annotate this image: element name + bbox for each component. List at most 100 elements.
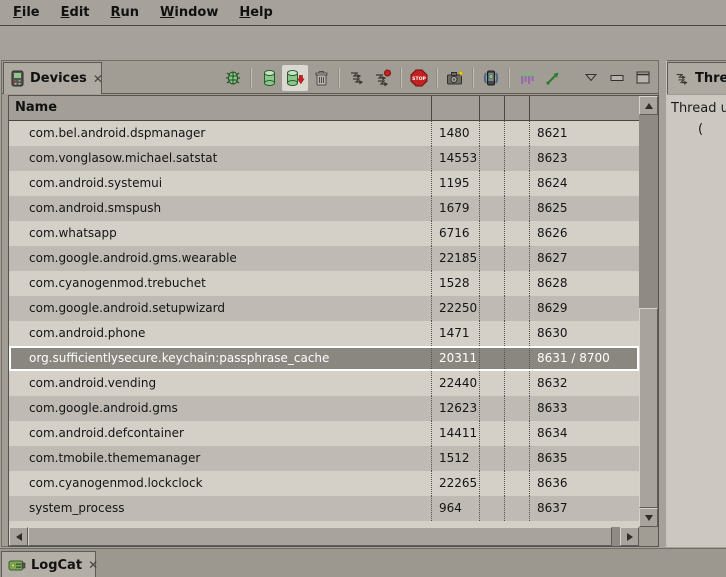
column-header-name[interactable]: Name xyxy=(9,96,431,120)
device-row[interactable]: com.tmobile.thememanager15128635 xyxy=(9,446,639,471)
cell-c4 xyxy=(504,246,529,271)
scroll-up-button[interactable] xyxy=(639,96,658,115)
cell-c3 xyxy=(479,496,504,521)
capture-systrace-icon[interactable] xyxy=(514,65,540,91)
scroll-down-button[interactable] xyxy=(639,508,658,527)
device-row[interactable]: com.cyanogenmod.lockclock222658636 xyxy=(9,471,639,496)
start-opengl-trace-icon[interactable] xyxy=(540,65,566,91)
menu-help[interactable]: Help xyxy=(236,3,275,22)
close-icon[interactable]: ✕ xyxy=(93,73,103,85)
column-header-port[interactable] xyxy=(529,96,639,120)
cell-c3 xyxy=(479,171,504,196)
cell-name: com.android.smspush xyxy=(9,196,431,221)
tab-logcat[interactable]: LogCat ✕ xyxy=(1,551,96,577)
tab-devices[interactable]: Devices ✕ xyxy=(3,62,102,94)
device-row[interactable]: com.android.defcontainer144118634 xyxy=(9,421,639,446)
cell-port: 8628 xyxy=(529,271,639,296)
cell-pid: 14411 xyxy=(431,421,479,446)
cell-name: com.vonglasow.michael.satstat xyxy=(9,146,431,171)
stop-icon-label: STOP xyxy=(412,75,426,81)
cell-name: com.whatsapp xyxy=(9,221,431,246)
cell-c3 xyxy=(479,321,504,346)
menu-window[interactable]: Window xyxy=(157,3,221,22)
cell-c4 xyxy=(504,446,529,471)
cell-pid: 20311 xyxy=(431,346,479,371)
device-row[interactable]: com.google.android.gms126238633 xyxy=(9,396,639,421)
cell-c4 xyxy=(504,321,529,346)
cell-port: 8632 xyxy=(529,371,639,396)
threads-message-line1: Thread up xyxy=(671,101,726,116)
device-row[interactable]: com.android.phone14718630 xyxy=(9,321,639,346)
device-row[interactable]: com.google.android.gms.wearable221858627 xyxy=(9,246,639,271)
devices-toolbar: STOP xyxy=(220,63,656,92)
menu-edit[interactable]: Edit xyxy=(58,3,93,22)
threads-icon xyxy=(674,71,690,87)
cell-c3 xyxy=(479,471,504,496)
update-heap-icon[interactable] xyxy=(256,65,282,91)
debug-attach-icon[interactable] xyxy=(220,65,246,91)
device-row-selected[interactable]: org.sufficientlysecure.keychain:passphra… xyxy=(9,346,639,371)
start-method-profiling-icon[interactable] xyxy=(370,65,396,91)
cell-c4 xyxy=(504,421,529,446)
vertical-scrollbar[interactable] xyxy=(639,96,658,527)
cell-c4 xyxy=(504,396,529,421)
update-threads-icon[interactable] xyxy=(344,65,370,91)
column-header-blank1[interactable] xyxy=(479,96,504,120)
cell-c3 xyxy=(479,346,504,371)
tab-threads-label: Threads xyxy=(695,71,726,86)
device-row[interactable]: com.android.vending224408632 xyxy=(9,371,639,396)
toolbar-separator xyxy=(436,68,438,88)
device-table-header: Name xyxy=(9,96,639,121)
horizontal-scrollbar[interactable] xyxy=(9,527,639,546)
threads-view: Threads Thread up ( xyxy=(666,60,726,547)
menu-file[interactable]: File xyxy=(10,3,43,22)
cell-name: com.android.vending xyxy=(9,371,431,396)
scroll-right-button[interactable] xyxy=(620,527,639,546)
tab-threads[interactable]: Threads xyxy=(667,62,726,94)
column-header-blank2[interactable] xyxy=(504,96,529,120)
device-row[interactable]: com.whatsapp67168626 xyxy=(9,221,639,246)
cell-pid: 22265 xyxy=(431,471,479,496)
view-menu-icon[interactable] xyxy=(578,65,604,91)
maximize-icon[interactable] xyxy=(630,65,656,91)
cell-name: com.google.android.gms.wearable xyxy=(9,246,431,271)
scroll-left-button[interactable] xyxy=(9,527,28,546)
cell-c3 xyxy=(479,246,504,271)
dump-hprof-icon[interactable] xyxy=(282,65,308,91)
column-header-pid[interactable] xyxy=(431,96,479,120)
device-row[interactable]: com.android.systemui11958624 xyxy=(9,171,639,196)
scrollbar-corner xyxy=(639,527,658,546)
panel-sash[interactable] xyxy=(659,60,666,547)
device-table: Name com.bel.android.dspmanager14808621c… xyxy=(8,95,659,547)
cell-c3 xyxy=(479,196,504,221)
stop-process-icon[interactable]: STOP xyxy=(406,65,432,91)
menu-run[interactable]: Run xyxy=(108,3,143,22)
device-row[interactable]: com.cyanogenmod.trebuchet15288628 xyxy=(9,271,639,296)
vertical-scroll-thumb[interactable] xyxy=(639,308,658,508)
cause-gc-icon[interactable] xyxy=(308,65,334,91)
device-row[interactable]: system_process9648637 xyxy=(9,496,639,521)
logcat-view-bar: LogCat ✕ xyxy=(0,548,726,577)
cell-c4 xyxy=(504,121,529,146)
device-row[interactable]: com.bel.android.dspmanager14808621 xyxy=(9,121,639,146)
cell-pid: 14553 xyxy=(431,146,479,171)
device-row[interactable]: com.vonglasow.michael.satstat145538623 xyxy=(9,146,639,171)
cell-pid: 1195 xyxy=(431,171,479,196)
cell-c4 xyxy=(504,346,529,371)
toolbar-separator xyxy=(472,68,474,88)
cell-port: 8625 xyxy=(529,196,639,221)
device-row[interactable]: com.android.smspush16798625 xyxy=(9,196,639,221)
cell-c4 xyxy=(504,146,529,171)
dump-view-hierarchy-icon[interactable] xyxy=(478,65,504,91)
cell-pid: 22250 xyxy=(431,296,479,321)
cell-c3 xyxy=(479,296,504,321)
cell-name: com.cyanogenmod.lockclock xyxy=(9,471,431,496)
cell-name: system_process xyxy=(9,496,431,521)
devices-tabbar: Devices ✕ xyxy=(2,61,658,94)
screen-capture-icon[interactable] xyxy=(442,65,468,91)
horizontal-scroll-thumb[interactable] xyxy=(28,527,612,546)
minimize-icon[interactable] xyxy=(604,65,630,91)
close-icon[interactable]: ✕ xyxy=(88,559,98,571)
cell-port: 8631 / 8700 xyxy=(529,346,639,371)
device-row[interactable]: com.google.android.setupwizard222508629 xyxy=(9,296,639,321)
